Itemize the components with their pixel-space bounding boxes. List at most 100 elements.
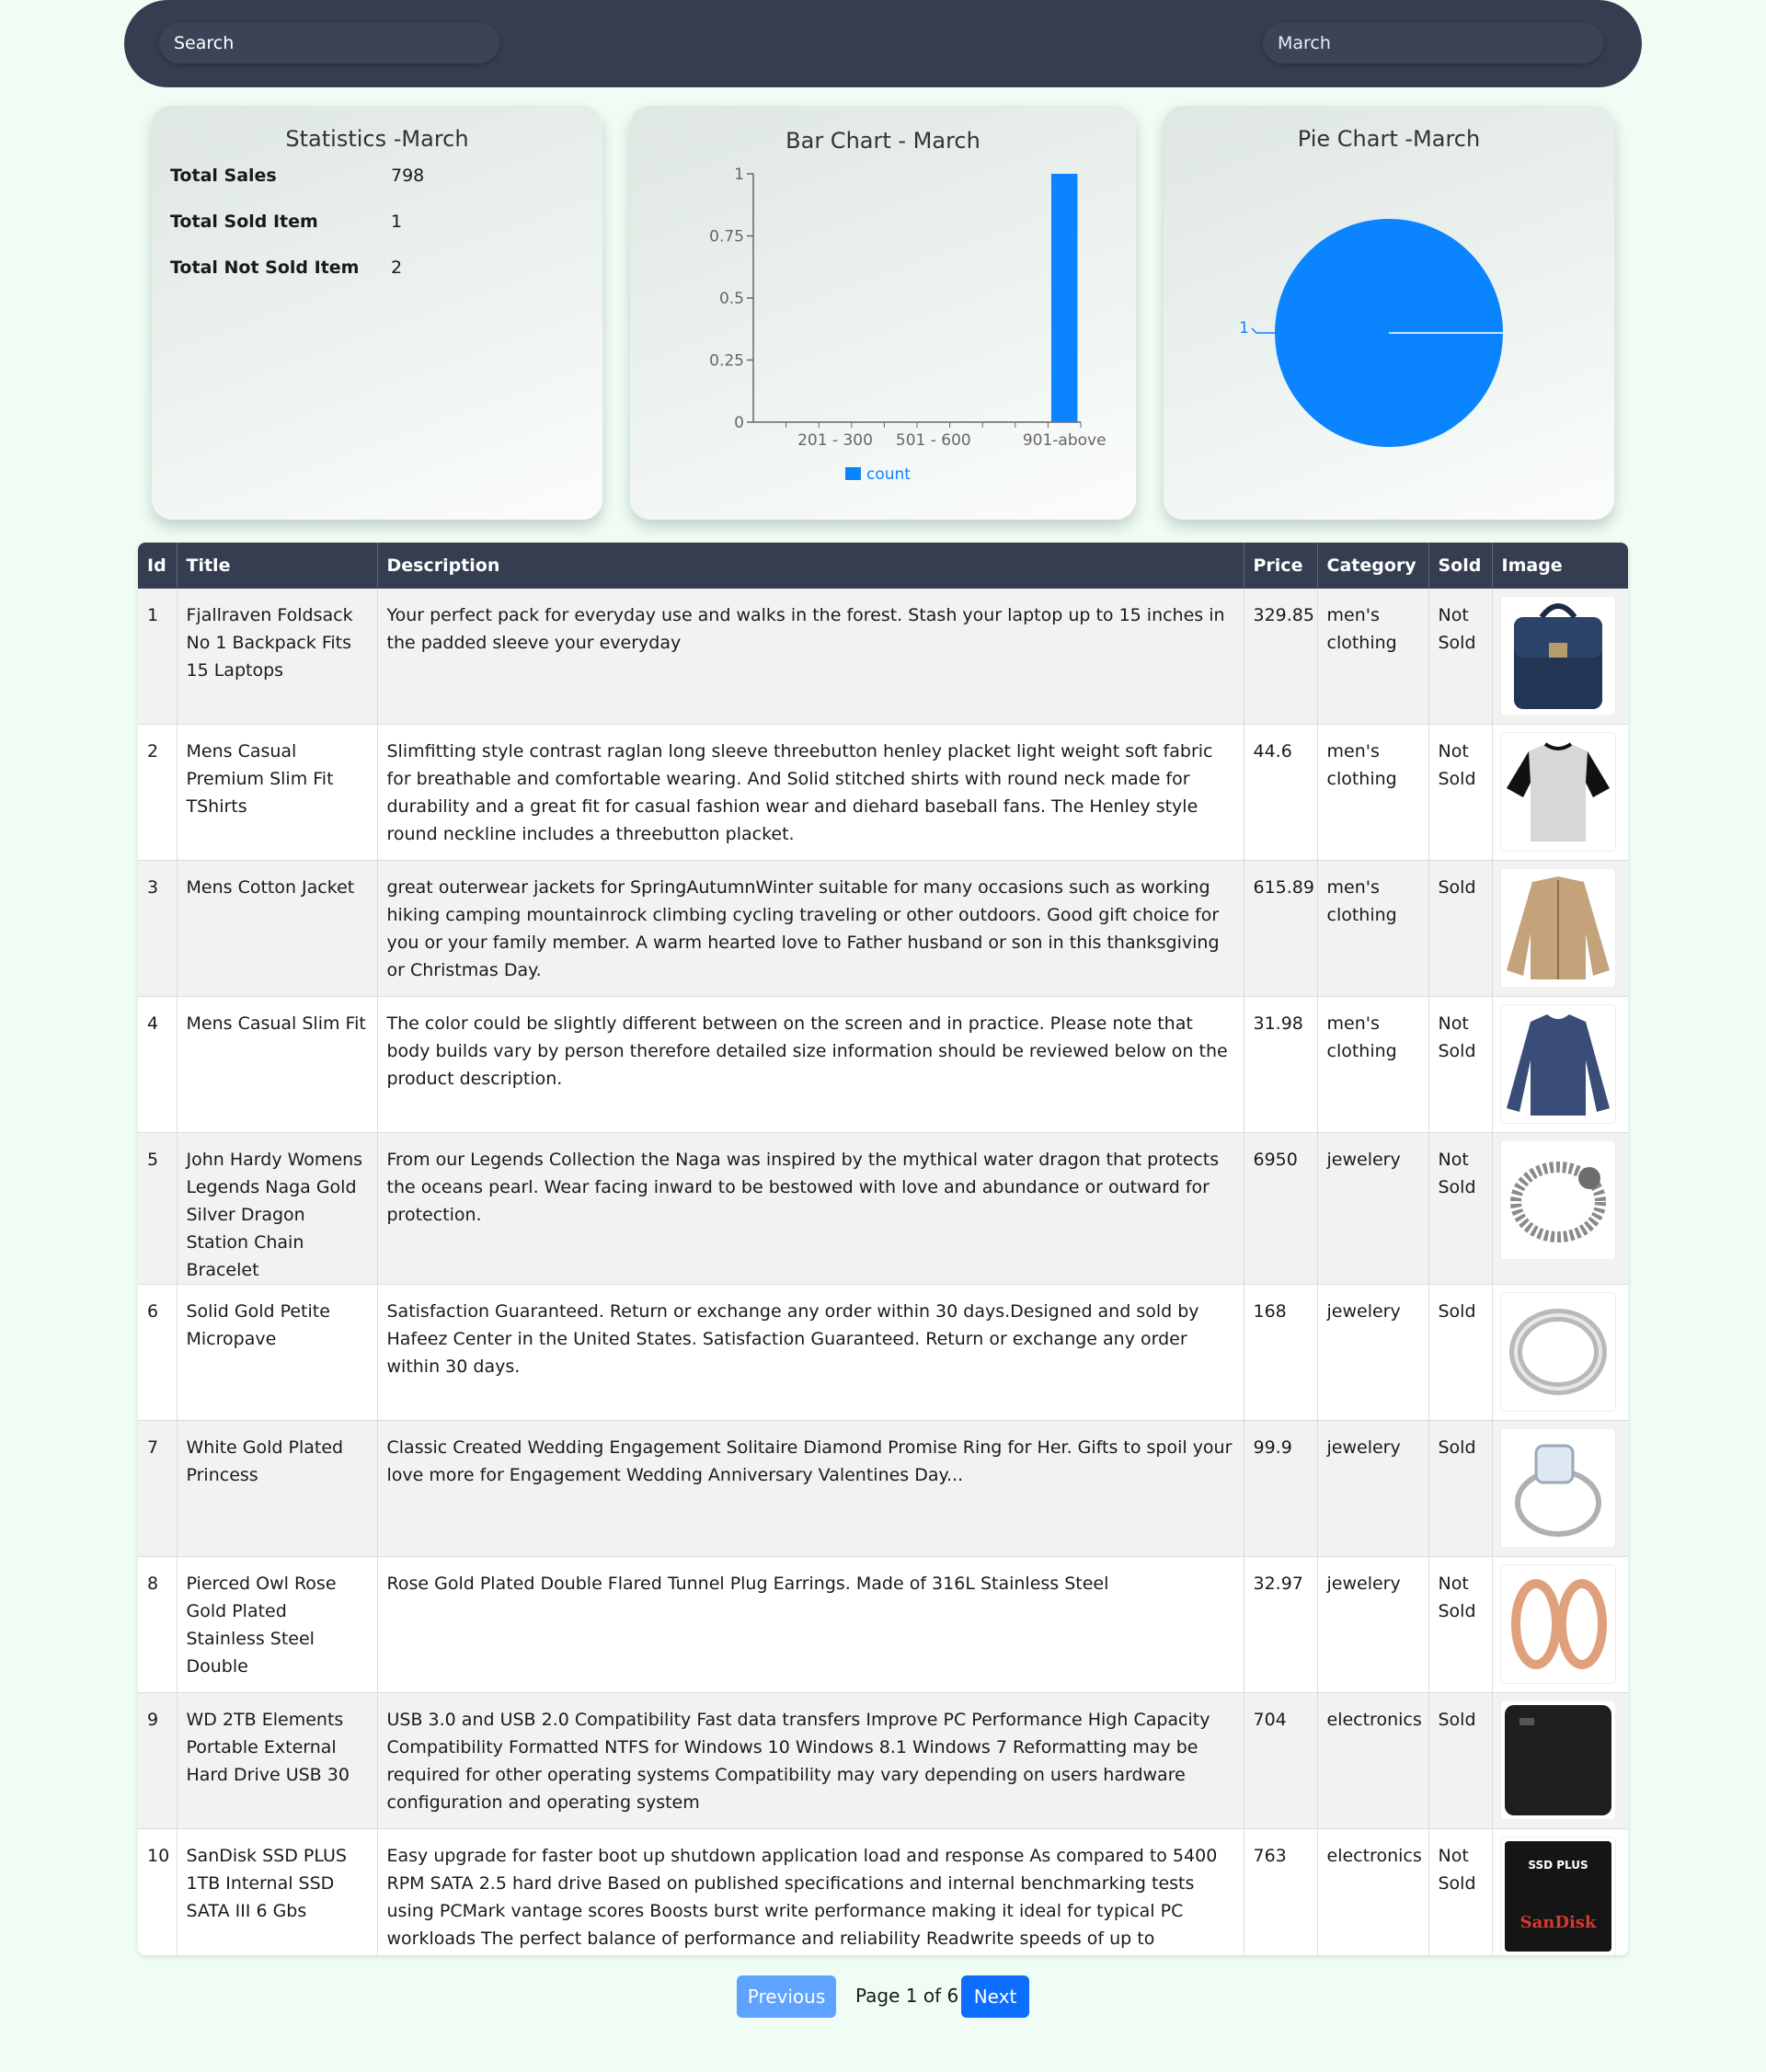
next-button[interactable]: Next xyxy=(961,1975,1029,2018)
product-image-backpack[interactable] xyxy=(1499,596,1616,715)
drive-logo xyxy=(1519,1718,1534,1725)
table-row[interactable]: 9 WD 2TB Elements Portable External Hard … xyxy=(138,1692,1628,1829)
statistics-title: Statistics -March xyxy=(285,126,469,152)
cell-category: men's clothing xyxy=(1317,996,1429,1133)
stat-label: Total Sales xyxy=(170,166,277,186)
cell-description: Satisfaction Guaranteed. Return or excha… xyxy=(377,1284,1244,1421)
table-row[interactable]: 4 Mens Casual Slim Fit The color could be … xyxy=(138,996,1628,1133)
cell-image xyxy=(1492,1692,1628,1829)
y-tick-label: 1 xyxy=(734,166,744,184)
cell-price: 763 xyxy=(1244,1828,1318,1955)
legend-swatch xyxy=(845,467,861,480)
cell-title: Mens Casual Slim Fit xyxy=(177,996,378,1133)
product-image-longsleeve[interactable] xyxy=(1499,1004,1616,1124)
cell-description: From our Legends Collection the Naga was… xyxy=(377,1132,1244,1285)
table-row[interactable]: 7 White Gold Plated Princess Classic Creat… xyxy=(138,1420,1628,1557)
x-tick-label: 201 - 300 xyxy=(797,431,873,450)
table-row[interactable]: 5 John Hardy Womens Legends Naga Gold Sil… xyxy=(138,1132,1628,1285)
tshirt-collar xyxy=(1543,742,1572,750)
y-tick-label: 0.5 xyxy=(719,290,744,308)
bar-chart-card: Bar Chart - March 0 0.25 0.5 0.75 1 201 - 300 5… xyxy=(630,106,1136,520)
cell-sold: Not Sold xyxy=(1428,589,1493,725)
cell-image xyxy=(1492,860,1628,997)
column-header-title: Title xyxy=(177,543,378,589)
cell-price: 6950 xyxy=(1244,1132,1318,1285)
table-row[interactable]: 1 Fjallraven Foldsack No 1 Backpack Fits … xyxy=(138,589,1628,725)
cell-sold: Sold xyxy=(1428,1420,1493,1557)
sandisk-logo: SanDisk xyxy=(1519,1913,1596,1932)
bracelet-dragon-head xyxy=(1577,1167,1600,1189)
table-row[interactable]: 3 Mens Cotton Jacket great outerwear jacke… xyxy=(138,860,1628,997)
cell-sold: Not Sold xyxy=(1428,1132,1493,1285)
cell-image xyxy=(1492,1420,1628,1557)
cell-price: 329.85 xyxy=(1244,589,1318,725)
product-image-tshirt[interactable] xyxy=(1499,732,1616,852)
pie-chart-card: Pie Chart -March 1 xyxy=(1164,106,1614,520)
table-body: 1 Fjallraven Foldsack No 1 Backpack Fits … xyxy=(138,589,1628,1955)
cell-title: Pierced Owl Rose Gold Plated Stainless S… xyxy=(177,1556,378,1693)
table-row[interactable]: 6 Solid Gold Petite Micropave Satisfaction… xyxy=(138,1284,1628,1421)
cell-title: White Gold Plated Princess xyxy=(177,1420,378,1557)
legend-label: count xyxy=(866,465,911,484)
cell-category: jewelery xyxy=(1317,1132,1429,1285)
cell-image xyxy=(1492,724,1628,861)
pie-chart: 1 xyxy=(1239,219,1503,447)
x-tick-label: 901-above xyxy=(1023,431,1107,450)
product-image-hard-drive[interactable] xyxy=(1499,1700,1616,1820)
product-image-diamond-ring[interactable] xyxy=(1499,1428,1616,1548)
page-indicator: Page 1 of 6 xyxy=(855,1985,959,2007)
top-search-bar xyxy=(124,0,1642,87)
cell-id: 3 xyxy=(138,860,178,997)
search-input[interactable] xyxy=(159,23,499,63)
cell-sold: Not Sold xyxy=(1428,1556,1493,1693)
cell-price: 32.97 xyxy=(1244,1556,1318,1693)
earring-right xyxy=(1556,1579,1607,1669)
cell-category: electronics xyxy=(1317,1692,1429,1829)
cell-title: John Hardy Womens Legends Naga Gold Silv… xyxy=(177,1132,378,1285)
stat-value: 2 xyxy=(391,258,403,278)
previous-button[interactable]: Previous xyxy=(737,1975,836,2018)
x-tick-label: 501 - 600 xyxy=(896,431,971,450)
ssd-body xyxy=(1504,1841,1611,1952)
cell-description: The color could be slightly different be… xyxy=(377,996,1244,1133)
bar-901-above xyxy=(1050,174,1078,422)
product-image-bracelet[interactable] xyxy=(1499,1140,1616,1260)
cell-category: electronics xyxy=(1317,1828,1429,1955)
y-tick-label: 0 xyxy=(734,414,744,432)
cell-title: WD 2TB Elements Portable External Hard D… xyxy=(177,1692,378,1829)
cell-image xyxy=(1492,1556,1628,1693)
cell-sold: Not Sold xyxy=(1428,724,1493,861)
cell-id: 10 xyxy=(138,1828,178,1955)
cell-sold: Not Sold xyxy=(1428,996,1493,1133)
product-image-jacket[interactable] xyxy=(1499,868,1616,988)
table-row[interactable]: 8 Pierced Owl Rose Gold Plated Stainless … xyxy=(138,1556,1628,1693)
product-image-ssd[interactable]: SSD PLUS SanDisk xyxy=(1499,1837,1616,1955)
product-image-earrings[interactable] xyxy=(1499,1564,1616,1684)
diamond-stone xyxy=(1534,1444,1574,1484)
cell-id: 7 xyxy=(138,1420,178,1557)
backpack-handle xyxy=(1539,603,1577,619)
table-header-row: Id Title Description Price Category Sold Image xyxy=(138,543,1628,589)
month-input[interactable] xyxy=(1263,23,1603,63)
tshirt-left-sleeve xyxy=(1506,751,1531,797)
table-row[interactable]: 10 SanDisk SSD PLUS 1TB Internal SSD SATA… xyxy=(138,1828,1628,1955)
ssd-plus-label: SSD PLUS xyxy=(1528,1859,1588,1872)
cell-image xyxy=(1492,589,1628,725)
cell-price: 168 xyxy=(1244,1284,1318,1421)
cell-description: Slimfitting style contrast raglan long s… xyxy=(377,724,1244,861)
cell-sold: Not Sold xyxy=(1428,1828,1493,1955)
products-table: Id Title Description Price Category Sold Image… xyxy=(138,543,1628,1955)
column-header-price: Price xyxy=(1244,543,1318,589)
cell-description: Easy upgrade for faster boot up shutdown… xyxy=(377,1828,1244,1955)
cell-description: Classic Created Wedding Engagement Solit… xyxy=(377,1420,1244,1557)
cell-id: 5 xyxy=(138,1132,178,1285)
table-row[interactable]: 2 Mens Casual Premium Slim Fit TShirts Sli… xyxy=(138,724,1628,861)
column-header-id: Id xyxy=(138,543,178,589)
cell-title: Mens Cotton Jacket xyxy=(177,860,378,997)
product-image-ring[interactable] xyxy=(1499,1292,1616,1412)
cell-description: Your perfect pack for everyday use and w… xyxy=(377,589,1244,725)
longsleeve-body xyxy=(1506,1014,1610,1116)
cell-sold: Sold xyxy=(1428,860,1493,997)
cell-sold: Sold xyxy=(1428,1692,1493,1829)
stat-value: 1 xyxy=(391,212,403,232)
